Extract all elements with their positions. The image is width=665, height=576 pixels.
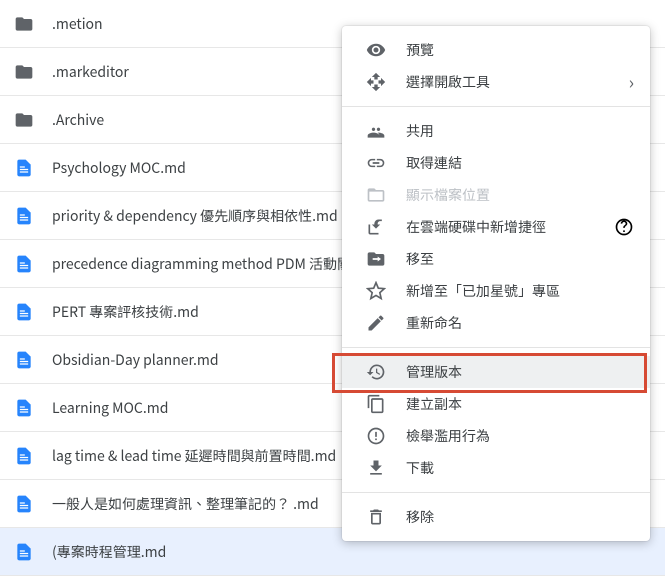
file-name: precedence diagramming method PDM 活動關係圖 [52,254,379,274]
menu-label: 建立副本 [406,394,634,414]
file-name: 一般人是如何處理資訊、整理筆記的？ .md [52,494,319,514]
menu-preview[interactable]: 預覽 [342,34,650,66]
menu-label: 移至 [406,249,634,269]
pencil-icon [366,313,386,333]
menu-label: 重新命名 [406,313,634,333]
link-icon [366,153,386,173]
doc-icon [14,350,34,370]
doc-icon [14,494,34,514]
report-icon [366,426,386,446]
shortcut-icon [366,217,386,237]
menu-label: 下載 [406,458,634,478]
open-with-icon [366,72,386,92]
menu-label: 移除 [406,507,634,527]
menu-report-abuse[interactable]: 檢舉濫用行為 [342,420,650,452]
menu-show-location: 顯示檔案位置 [342,179,650,211]
doc-icon [14,302,34,322]
menu-get-link[interactable]: 取得連結 [342,147,650,179]
doc-icon [14,398,34,418]
share-icon [366,121,386,141]
file-name: Psychology MOC.md [52,158,186,178]
menu-move-to[interactable]: 移至 [342,243,650,275]
menu-label: 選擇開啟工具 [406,72,609,92]
doc-icon [14,542,34,562]
menu-open-with[interactable]: 選擇開啟工具 › [342,66,650,98]
context-menu: 預覽 選擇開啟工具 › 共用 取得連結 顯示檔案位置 在雲端硬碟中新增捷徑 移至… [342,26,650,541]
file-name: PERT 專案評核技術.md [52,302,199,322]
eye-icon [366,40,386,60]
menu-remove[interactable]: 移除 [342,501,650,533]
file-name: (專案時程管理.md [52,542,166,562]
help-icon[interactable] [614,217,634,237]
menu-separator [342,347,650,348]
file-name: Learning MOC.md [52,398,168,418]
menu-download[interactable]: 下載 [342,452,650,484]
menu-label: 共用 [406,121,634,141]
menu-add-starred[interactable]: 新增至「已加星號」專區 [342,275,650,307]
file-name: lag time & lead time 延遲時間與前置時間.md [52,446,336,466]
history-icon [366,362,386,382]
file-name: .markeditor [52,62,129,82]
trash-icon [366,507,386,527]
folder-icon [14,110,34,130]
menu-rename[interactable]: 重新命名 [342,307,650,339]
file-name: Obsidian-Day planner.md [52,350,219,370]
doc-icon [14,158,34,178]
doc-icon [14,254,34,274]
doc-icon [14,446,34,466]
menu-separator [342,492,650,493]
menu-share[interactable]: 共用 [342,115,650,147]
file-name: .Archive [52,110,104,130]
menu-make-copy[interactable]: 建立副本 [342,388,650,420]
menu-label: 管理版本 [406,362,634,382]
menu-manage-versions[interactable]: 管理版本 [342,356,650,388]
folder-outline-icon [366,185,386,205]
file-name: .metion [52,14,103,34]
menu-label: 預覽 [406,40,634,60]
menu-label: 在雲端硬碟中新增捷徑 [406,217,594,237]
download-icon [366,458,386,478]
doc-icon [14,206,34,226]
folder-icon [14,14,34,34]
menu-separator [342,106,650,107]
chevron-right-icon: › [629,73,634,91]
menu-label: 取得連結 [406,153,634,173]
menu-label: 新增至「已加星號」專區 [406,281,634,301]
folder-icon [14,62,34,82]
move-icon [366,249,386,269]
file-name: priority & dependency 優先順序與相依性.md [52,206,338,226]
menu-label: 顯示檔案位置 [406,185,634,205]
menu-add-shortcut[interactable]: 在雲端硬碟中新增捷徑 [342,211,650,243]
star-icon [366,281,386,301]
copy-icon [366,394,386,414]
menu-label: 檢舉濫用行為 [406,426,634,446]
